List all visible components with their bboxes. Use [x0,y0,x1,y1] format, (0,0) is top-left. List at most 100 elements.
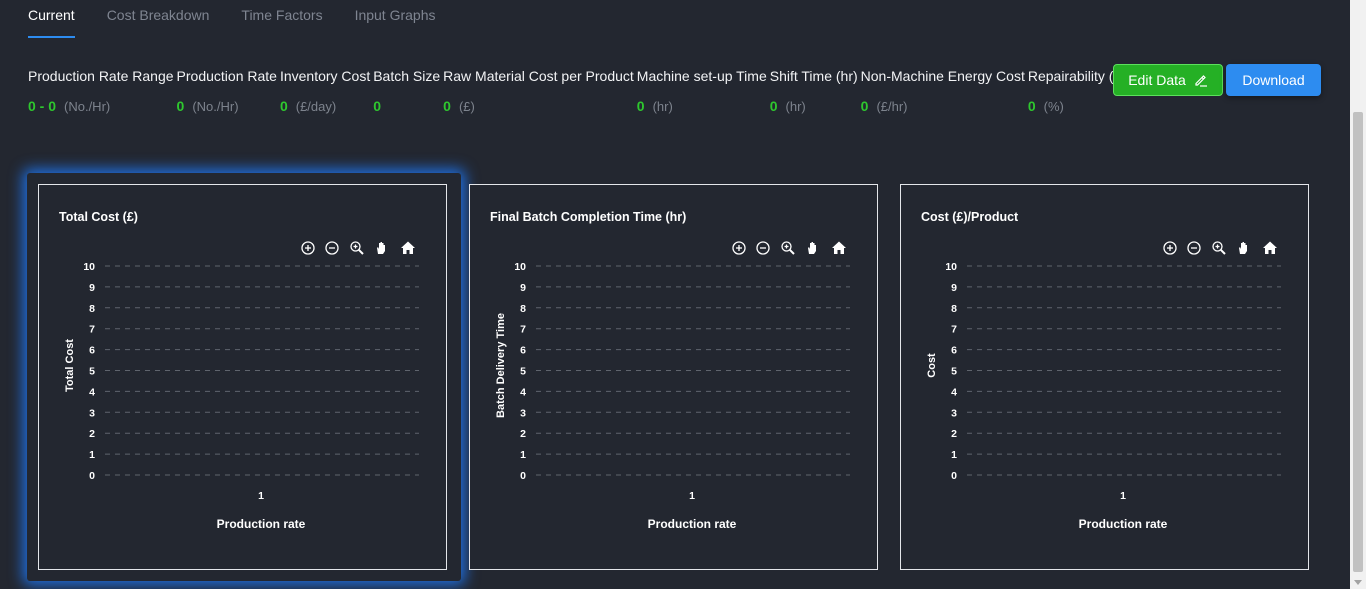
y-tick-label: 7 [951,324,957,336]
metric-label: Production Rate [176,68,277,84]
x-tick-label: 1 [1120,490,1126,502]
metric-unit: (£/hr) [876,99,908,114]
metric-value: 0 [279,98,288,114]
edit-data-button[interactable]: Edit Data [1113,64,1223,96]
metric-production-rate: Production Rate 0 (No./Hr) [177,66,277,115]
metric-unit: (No./Hr) [192,99,239,114]
zoom-out-icon[interactable] [325,241,339,255]
tab-current[interactable]: Current [28,0,75,38]
y-tick-label: 0 [951,470,957,482]
metric-raw-material-cost: Raw Material Cost per Product 0 (£) [443,66,634,115]
metric-value: 0 [443,98,451,114]
y-tick-label: 3 [951,407,957,419]
zoom-select-icon[interactable] [781,241,795,255]
chart-batch-completion-time: Final Batch Completion Time (hr) 0 1 2 3 4 5 6 7… [490,210,850,531]
chart-title: Final Batch Completion Time (hr) [490,210,686,224]
metric-label: Shift Time (hr) [769,68,858,84]
y-tick-label: 10 [945,261,957,273]
y-tick-label: 6 [89,345,95,357]
y-tick-label: 10 [83,261,95,273]
y-tick-label: 5 [520,366,526,378]
metric-label: Machine set-up Time [636,68,767,84]
y-tick-label: 6 [951,345,957,357]
tab-bar: Current Cost Breakdown Time Factors Inpu… [28,0,436,38]
metric-unit: (£/day) [295,99,337,114]
zoom-in-icon[interactable] [1163,241,1177,255]
x-axis-label: Production rate [648,517,737,531]
chart-card-batch-completion-time[interactable]: Final Batch Completion Time (hr) 0 1 2 3 4 5 6 7… [469,184,878,570]
pan-icon[interactable] [808,242,816,254]
x-tick-label: 1 [689,490,695,502]
y-tick-label: 8 [520,303,526,315]
y-tick-label: 10 [514,261,526,273]
metric-batch-size: Batch Size 0 [373,66,440,115]
y-tick-label: 7 [89,324,95,336]
metric-unit: (hr) [785,99,806,114]
y-tick-label: 8 [951,303,957,315]
metric-label: Non-Machine Energy Cost [860,68,1025,84]
tab-cost-breakdown[interactable]: Cost Breakdown [107,0,210,38]
y-tick-label: 3 [89,407,95,419]
metric-value: 0 [373,98,382,114]
metric-value: 0 [1027,98,1036,114]
x-axis-label: Production rate [1079,517,1168,531]
chart-card-total-cost[interactable]: Total Cost (£) 0 1 2 3 4 5 6 7 8 9 10 1 Production ra… [38,184,447,570]
y-tick-label: 5 [951,366,957,378]
y-tick-label: 4 [89,386,95,398]
y-tick-label: 2 [951,428,957,440]
y-tick-label: 3 [520,407,526,419]
chart-cost-per-product: Cost (£)/Product 0 1 2 3 4 5 6 7 8 9 10 1 Production … [921,210,1281,531]
zoom-in-icon[interactable] [301,241,315,255]
metric-production-rate-range: Production Rate Range 0 - 0 (No./Hr) [28,66,174,115]
y-tick-label: 0 [89,470,95,482]
home-icon[interactable] [1263,241,1277,255]
vertical-scrollbar[interactable] [1350,0,1366,589]
y-tick-label: 4 [951,386,957,398]
metrics-bar: Production Rate Range 0 - 0 (No./Hr) Prod… [28,66,1134,115]
zoom-in-icon[interactable] [732,241,746,255]
chart-total-cost: Total Cost (£) 0 1 2 3 4 5 6 7 8 9 10 1 Production ra… [59,210,419,531]
zoom-select-icon[interactable] [1212,241,1226,255]
x-axis-label: Production rate [217,517,306,531]
scroll-down-arrow-icon[interactable] [1354,580,1362,585]
metric-machine-setup-time: Machine set-up Time 0 (hr) [637,66,767,115]
y-tick-label: 1 [951,449,957,461]
metric-value: 0 [636,98,645,114]
y-tick-label: 0 [520,470,526,482]
pencil-icon [1195,75,1207,87]
metric-value: 0 [860,98,869,114]
scrollbar-thumb[interactable] [1353,112,1363,572]
metric-non-machine-energy-cost: Non-Machine Energy Cost 0 (£/hr) [861,66,1025,115]
tab-input-graphs[interactable]: Input Graphs [355,0,436,38]
chart-card-cost-per-product[interactable]: Cost (£)/Product 0 1 2 3 4 5 6 7 8 9 10 1 Production … [900,184,1309,570]
x-tick-label: 1 [258,490,264,502]
metric-label: Inventory Cost [279,68,371,84]
chart-title: Total Cost (£) [59,210,138,224]
metric-label: Raw Material Cost per Product [443,68,634,84]
metric-label: Batch Size [373,68,441,84]
metric-value: 0 [769,98,778,114]
metric-unit: (£) [458,99,475,114]
y-axis-label: Cost [926,353,938,378]
pan-icon[interactable] [377,242,385,254]
y-tick-label: 9 [951,282,957,294]
metric-unit: (%) [1043,99,1064,114]
y-axis-label: Batch Delivery Time [495,313,507,418]
y-tick-label: 2 [89,428,95,440]
y-tick-label: 9 [520,282,526,294]
home-icon[interactable] [832,241,846,255]
metric-shift-time: Shift Time (hr) 0 (hr) [770,66,858,115]
y-tick-label: 7 [520,324,526,336]
edit-data-label: Edit Data [1128,72,1186,88]
tab-time-factors[interactable]: Time Factors [241,0,322,38]
download-button[interactable]: Download [1226,64,1321,96]
pan-icon[interactable] [1239,242,1247,254]
y-tick-label: 1 [89,449,95,461]
y-tick-label: 1 [520,449,526,461]
y-tick-label: 8 [89,303,95,315]
home-icon[interactable] [401,241,415,255]
zoom-out-icon[interactable] [1187,241,1201,255]
zoom-select-icon[interactable] [350,241,364,255]
zoom-out-icon[interactable] [756,241,770,255]
y-tick-label: 9 [89,282,95,294]
